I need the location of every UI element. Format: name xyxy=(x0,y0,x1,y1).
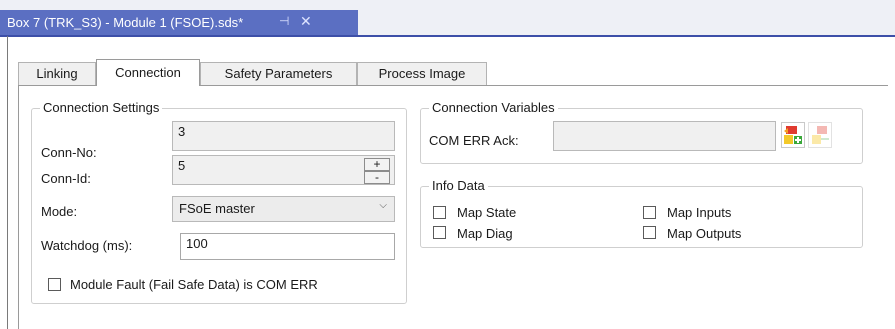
mode-label: Mode: xyxy=(41,204,78,219)
map-state-label: Map State xyxy=(457,205,517,220)
conn-no-field: 3 xyxy=(172,121,395,151)
close-icon[interactable]: ✕ xyxy=(300,13,312,30)
tab-connection[interactable]: Connection xyxy=(96,59,200,86)
module-fault-label: Module Fault (Fail Safe Data) is COM ERR xyxy=(70,277,318,292)
map-outputs-label: Map Outputs xyxy=(667,226,742,241)
com-err-ack-field xyxy=(553,121,776,151)
tab-linking[interactable]: Linking xyxy=(18,62,96,85)
property-tabs: Linking Connection Safety Parameters Pro… xyxy=(18,59,888,86)
mode-value: FSoE master xyxy=(179,201,255,216)
mode-select[interactable]: FSoE master ⌵ xyxy=(172,196,395,222)
chevron-down-icon: ⌵ xyxy=(379,200,387,211)
connection-settings-legend: Connection Settings xyxy=(40,100,163,115)
map-diag-label: Map Diag xyxy=(457,226,513,241)
map-inputs-checkbox[interactable] xyxy=(643,206,656,219)
tab-safety-parameters[interactable]: Safety Parameters xyxy=(200,62,357,85)
watchdog-label: Watchdog (ms): xyxy=(41,238,133,253)
watchdog-input[interactable]: 100 xyxy=(180,233,395,260)
map-outputs-checkbox[interactable] xyxy=(643,226,656,239)
module-fault-checkbox[interactable] xyxy=(48,278,61,291)
pin-icon[interactable]: ⊣ xyxy=(279,14,289,28)
document-tab-title: Box 7 (TRK_S3) - Module 1 (FSOE).sds* xyxy=(7,15,244,30)
map-diag-checkbox[interactable] xyxy=(433,226,446,239)
document-tab[interactable]: Box 7 (TRK_S3) - Module 1 (FSOE).sds* ⊣ … xyxy=(0,10,358,35)
map-inputs-label: Map Inputs xyxy=(667,205,732,220)
tab-process-image[interactable]: Process Image xyxy=(357,62,487,85)
unlink-variable-icon xyxy=(812,126,829,144)
unlink-variable-button[interactable] xyxy=(808,122,832,148)
info-data-legend: Info Data xyxy=(429,178,488,193)
conn-id-decrement-button[interactable]: - xyxy=(364,171,390,184)
link-variable-button[interactable] xyxy=(781,122,805,148)
link-variable-icon xyxy=(784,126,802,144)
document-tab-strip: Box 7 (TRK_S3) - Module 1 (FSOE).sds* ⊣ … xyxy=(0,0,895,37)
conn-id-label: Conn-Id: xyxy=(41,171,91,186)
connection-variables-legend: Connection Variables xyxy=(429,100,558,115)
conn-no-label: Conn-No: xyxy=(41,145,97,160)
conn-id-field: 5 xyxy=(172,155,395,185)
left-border xyxy=(7,36,8,329)
map-state-checkbox[interactable] xyxy=(433,206,446,219)
com-err-ack-label: COM ERR Ack: xyxy=(429,133,519,148)
